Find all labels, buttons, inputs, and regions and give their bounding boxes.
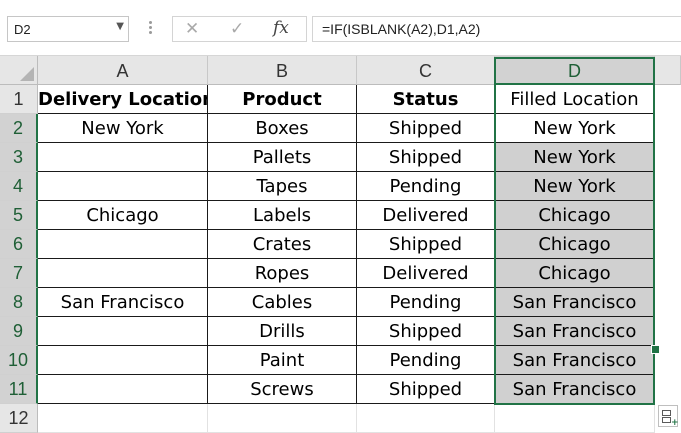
row-header-8[interactable]: 8: [0, 288, 38, 317]
cell-b1[interactable]: Product: [208, 85, 357, 114]
cell-d2[interactable]: New York: [495, 114, 655, 143]
row-header-2[interactable]: 2: [0, 114, 38, 143]
column-header-c[interactable]: C: [357, 56, 495, 85]
cell-b2[interactable]: Boxes: [208, 114, 357, 143]
row-header-10[interactable]: 10: [0, 346, 38, 375]
cell-a2[interactable]: New York: [38, 114, 208, 143]
cell-b9[interactable]: Drills: [208, 317, 357, 346]
cell-d5[interactable]: Chicago: [495, 201, 655, 230]
cell-a7[interactable]: [38, 259, 208, 288]
column-header-e[interactable]: [655, 56, 681, 85]
cell-b8[interactable]: Cables: [208, 288, 357, 317]
row-header-9[interactable]: 9: [0, 317, 38, 346]
cell-b11[interactable]: Screws: [208, 375, 357, 404]
cell-b4[interactable]: Tapes: [208, 172, 357, 201]
cell-b3[interactable]: Pallets: [208, 143, 357, 172]
cell-b6[interactable]: Crates: [208, 230, 357, 259]
cell-a3[interactable]: [38, 143, 208, 172]
cell-a1[interactable]: Delivery Location: [38, 85, 208, 114]
cell-d10[interactable]: San Francisco: [495, 346, 655, 375]
cell-d4[interactable]: New York: [495, 172, 655, 201]
cell-b5[interactable]: Labels: [208, 201, 357, 230]
cell-c5[interactable]: Delivered: [357, 201, 495, 230]
cell-c8[interactable]: Pending: [357, 288, 495, 317]
cell-c2[interactable]: Shipped: [357, 114, 495, 143]
cell-c9[interactable]: Shipped: [357, 317, 495, 346]
row-header-11[interactable]: 11: [0, 375, 38, 404]
cell-c10[interactable]: Pending: [357, 346, 495, 375]
cell-a10[interactable]: [38, 346, 208, 375]
cell-d11[interactable]: San Francisco: [495, 375, 655, 404]
quick-analysis-icon[interactable]: +: [658, 405, 679, 428]
cell-c7[interactable]: Delivered: [357, 259, 495, 288]
cell-b12[interactable]: [208, 404, 357, 433]
column-header-d[interactable]: D: [495, 56, 655, 85]
row-header-1[interactable]: 1: [0, 85, 38, 114]
formula-input[interactable]: =IF(ISBLANK(A2),D1,A2): [312, 16, 681, 42]
select-all-icon: [20, 67, 34, 81]
select-all-corner[interactable]: [0, 56, 38, 85]
cell-d3[interactable]: New York: [495, 143, 655, 172]
cell-c4[interactable]: Pending: [357, 172, 495, 201]
row-header-6[interactable]: 6: [0, 230, 38, 259]
cell-b10[interactable]: Paint: [208, 346, 357, 375]
row-header-5[interactable]: 5: [0, 201, 38, 230]
chevron-down-icon[interactable]: ▼: [116, 21, 124, 32]
cell-a5[interactable]: Chicago: [38, 201, 208, 230]
cell-d6[interactable]: Chicago: [495, 230, 655, 259]
formula-bar-area: D2 ▼ ✕ ✓ fx =IF(ISBLANK(A2),D1,A2): [0, 0, 681, 56]
name-box-value: D2: [14, 22, 31, 37]
cell-d1[interactable]: Filled Location: [495, 85, 655, 114]
cell-a12[interactable]: [38, 404, 208, 433]
cell-d9[interactable]: San Francisco: [495, 317, 655, 346]
cell-c3[interactable]: Shipped: [357, 143, 495, 172]
column-header-b[interactable]: B: [208, 56, 357, 85]
cell-c6[interactable]: Shipped: [357, 230, 495, 259]
row-header-12[interactable]: 12: [0, 404, 38, 433]
cell-a8[interactable]: San Francisco: [38, 288, 208, 317]
formula-text: =IF(ISBLANK(A2),D1,A2): [322, 21, 481, 37]
cell-a6[interactable]: [38, 230, 208, 259]
cell-c11[interactable]: Shipped: [357, 375, 495, 404]
cell-d12[interactable]: [495, 404, 655, 433]
cell-b7[interactable]: Ropes: [208, 259, 357, 288]
row-header-3[interactable]: 3: [0, 143, 38, 172]
cell-d7[interactable]: Chicago: [495, 259, 655, 288]
row-header-7[interactable]: 7: [0, 259, 38, 288]
cell-a9[interactable]: [38, 317, 208, 346]
fill-handle[interactable]: [651, 345, 660, 354]
cancel-icon[interactable]: ✕: [185, 19, 199, 39]
formula-buttons: ✕ ✓ fx: [172, 16, 307, 42]
cell-c1[interactable]: Status: [357, 85, 495, 114]
cell-c12[interactable]: [357, 404, 495, 433]
cell-a11[interactable]: [38, 375, 208, 404]
name-box[interactable]: D2 ▼: [7, 16, 129, 42]
more-options-icon[interactable]: [149, 19, 153, 39]
cell-d8[interactable]: San Francisco: [495, 288, 655, 317]
enter-icon[interactable]: ✓: [230, 19, 244, 39]
insert-function-icon[interactable]: fx: [273, 18, 289, 38]
row-header-4[interactable]: 4: [0, 172, 38, 201]
column-header-a[interactable]: A: [38, 56, 208, 85]
cell-a4[interactable]: [38, 172, 208, 201]
